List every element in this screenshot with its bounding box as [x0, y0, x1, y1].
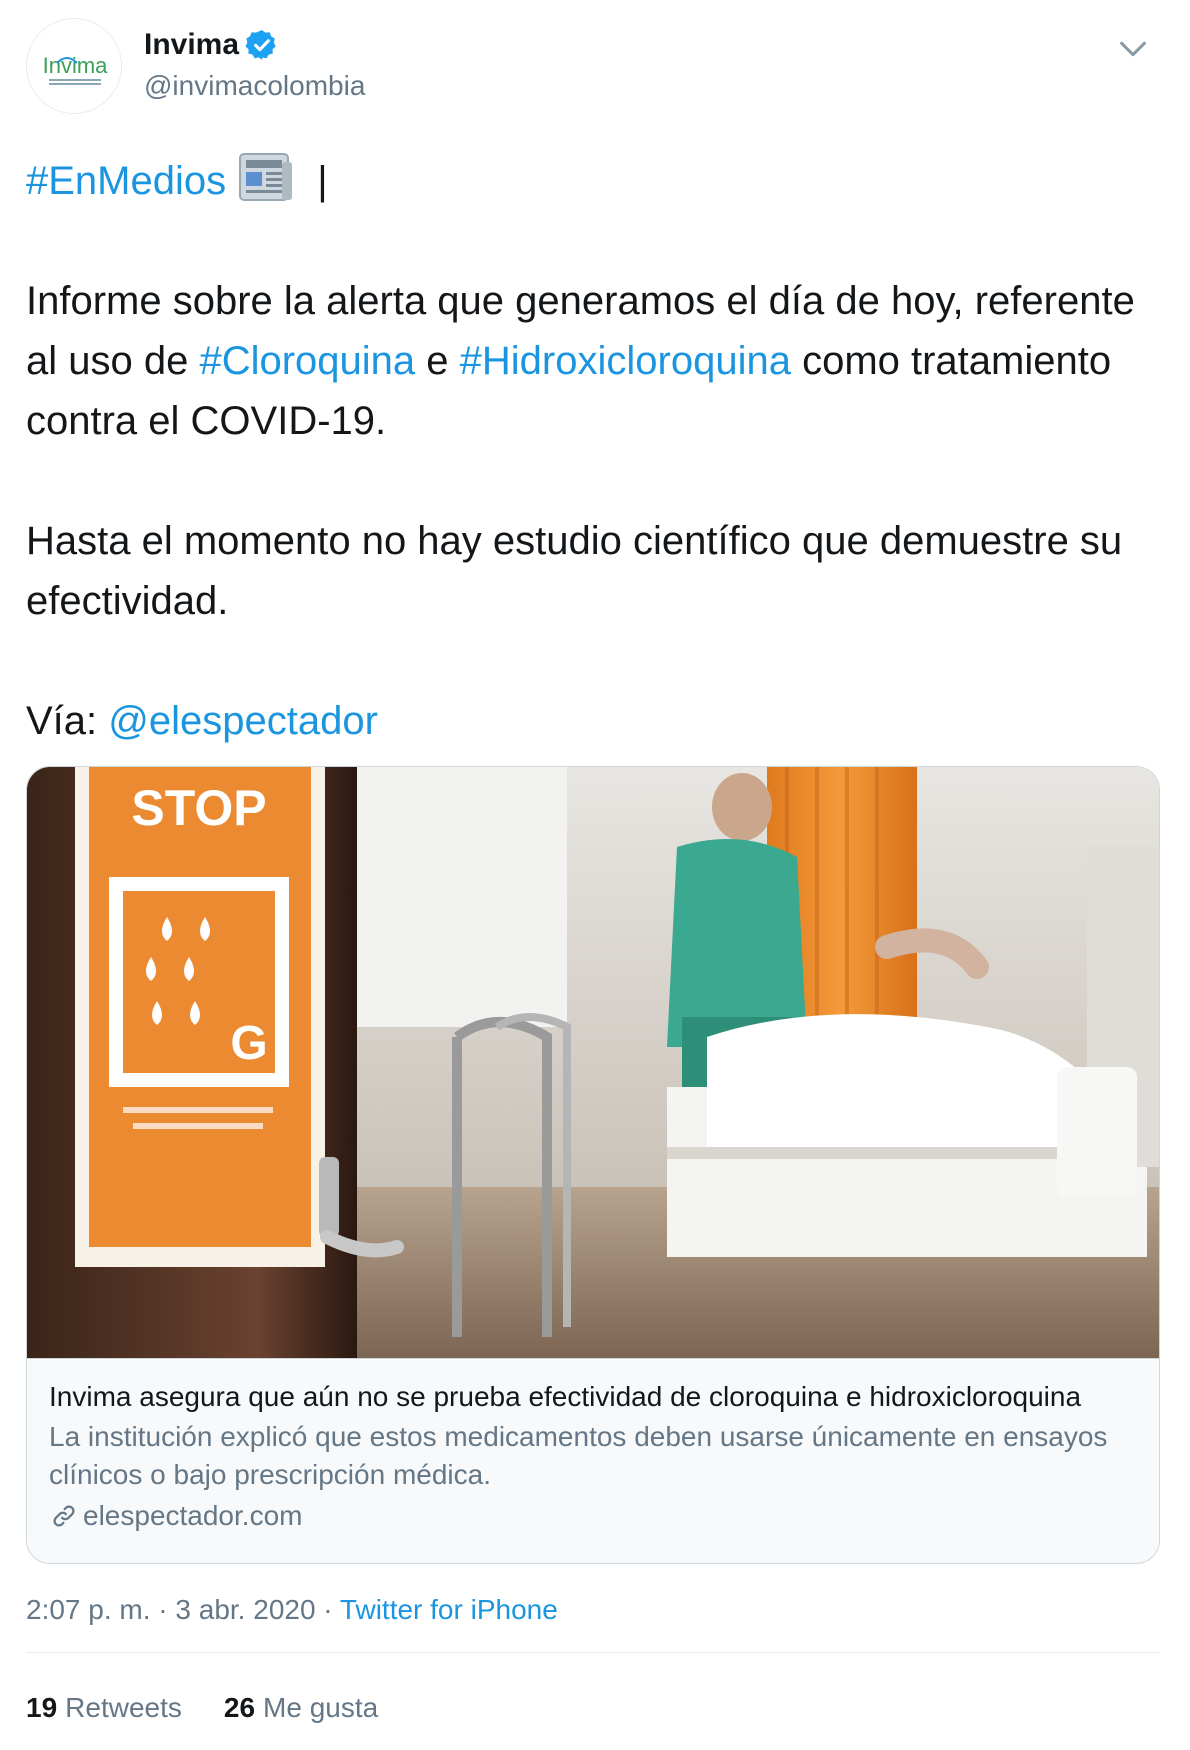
mention-elespectador[interactable]: @elespectador	[108, 699, 378, 743]
tweet-header: Invima Invima @invimacolombia	[26, 18, 1166, 118]
card-title: Invima asegura que aún no se prueba efec…	[49, 1381, 1082, 1412]
author-display-name[interactable]: Invima	[144, 28, 239, 62]
author-handle[interactable]: @invimacolombia	[144, 70, 365, 102]
tweet-source[interactable]: Twitter for iPhone	[340, 1594, 558, 1625]
author-name-row: Invima	[144, 28, 279, 62]
hashtag-hidroxicloroquina[interactable]: #Hidroxicloroquina	[460, 339, 791, 383]
sign-stop-text: STOP	[131, 780, 266, 836]
card-domain-text: elespectador.com	[83, 1500, 303, 1531]
invima-logo: Invima	[27, 19, 121, 113]
divider	[26, 1652, 1160, 1653]
tweet-stats: 19 Retweets 26 Me gusta	[26, 1692, 420, 1724]
tweet-time[interactable]: 2:07 p. m.	[26, 1594, 151, 1625]
tweet-paragraph-1: Informe sobre la alerta que generamos el…	[26, 279, 1135, 443]
link-icon	[53, 1505, 75, 1527]
hashtag-enmedios[interactable]: #EnMedios	[26, 159, 226, 203]
tweet-date[interactable]: 3 abr. 2020	[175, 1594, 315, 1625]
card-domain: elespectador.com	[49, 1496, 1139, 1536]
card-image: STOP G	[27, 767, 1159, 1359]
retweets-stat[interactable]: 19 Retweets	[26, 1692, 182, 1724]
card-description: La institución explicó que estos medicam…	[49, 1421, 1108, 1490]
verified-badge-icon	[245, 30, 276, 60]
card-body: Invima asegura que aún no se prueba efec…	[27, 1360, 1159, 1563]
hashtag-cloroquina[interactable]: #Cloroquina	[199, 339, 415, 383]
chevron-down-icon[interactable]	[1116, 32, 1150, 66]
tweet-via: Vía: @elespectador	[26, 699, 378, 743]
newspaper-emoji-icon	[239, 153, 293, 201]
likes-stat[interactable]: 26 Me gusta	[224, 1692, 378, 1724]
avatar[interactable]: Invima	[26, 18, 122, 114]
tweet-separator: |	[306, 159, 328, 203]
tweet-text: #EnMedios | Informe sobre la alerta que …	[26, 150, 1146, 751]
hospital-room-photo: STOP G	[27, 767, 1159, 1358]
svg-text:Invima: Invima	[43, 53, 109, 78]
tweet-line-hashtag: #EnMedios |	[26, 150, 1146, 211]
link-preview-card[interactable]: STOP G Invima asegura que aún no se prue…	[26, 766, 1160, 1564]
tweet-paragraph-2: Hasta el momento no hay estudio científi…	[26, 519, 1123, 623]
tweet-meta: 2:07 p. m. · 3 abr. 2020 · Twitter for i…	[26, 1594, 558, 1625]
sign-g-text: G	[230, 1017, 267, 1070]
